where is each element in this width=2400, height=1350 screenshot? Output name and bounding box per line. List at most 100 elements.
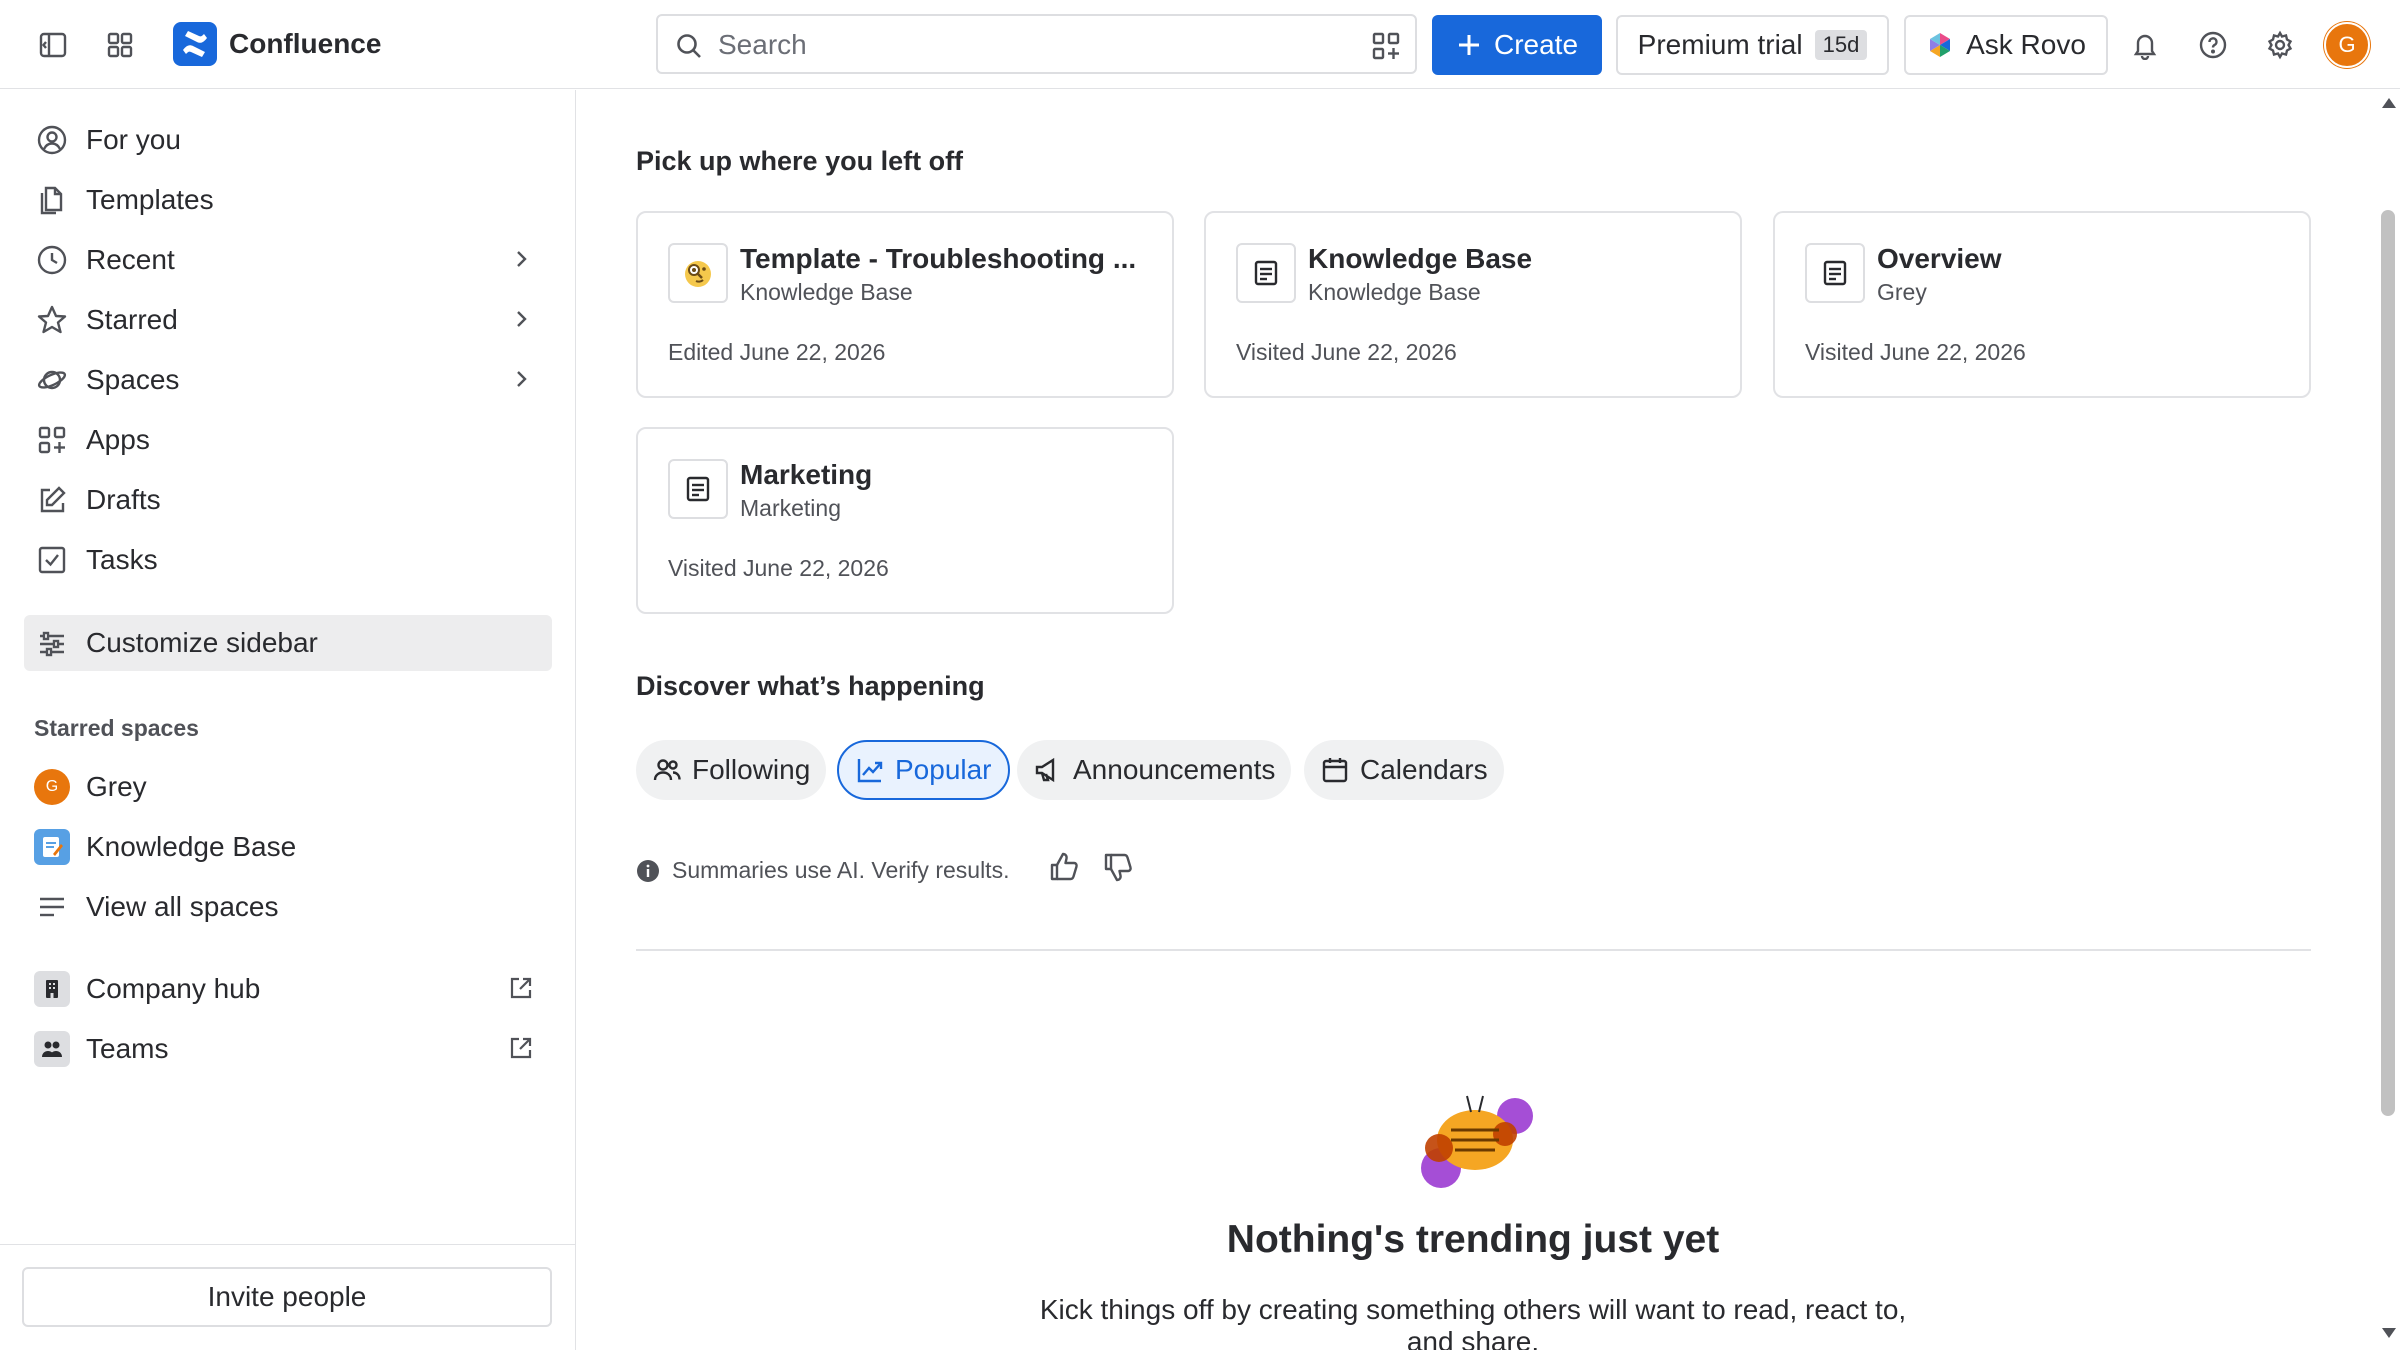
scroll-up-arrow-icon[interactable]	[2381, 96, 2397, 110]
help-icon[interactable]	[2190, 22, 2236, 68]
sidebar-item-label: Tasks	[86, 544, 158, 575]
card-space: Marketing	[740, 495, 841, 521]
recent-card[interactable]: Knowledge Base Knowledge Base Visited Ju…	[1204, 211, 1742, 398]
sidebar: For you Templates Recent Starred Spaces …	[0, 90, 576, 1350]
sidebar-item-tasks[interactable]: Tasks	[24, 532, 552, 588]
notifications-bell-icon[interactable]	[2122, 22, 2168, 68]
company-hub-link[interactable]: Company hub	[24, 961, 552, 1017]
starred-space-grey[interactable]: G Grey	[24, 759, 552, 815]
section-divider	[636, 949, 2311, 951]
view-all-spaces-label: View all spaces	[86, 891, 279, 922]
sidebar-item-for-you[interactable]: For you	[24, 112, 552, 168]
card-title: Overview	[1877, 243, 2002, 274]
card-meta: Visited June 22, 2026	[1236, 339, 1457, 365]
create-label: Create	[1493, 29, 1579, 60]
scroll-down-arrow-icon[interactable]	[2381, 1326, 2397, 1340]
emoji-page-icon	[668, 243, 728, 303]
sidebar-item-starred[interactable]: Starred	[24, 292, 552, 348]
tab-following[interactable]: Following	[636, 740, 827, 800]
empty-state-text: Kick things off by creating something ot…	[1039, 1294, 1907, 1350]
top-navigation-bar: Confluence Search Create Premium trial 1…	[0, 0, 2400, 89]
thumbs-down-icon[interactable]	[1101, 850, 1135, 889]
planet-icon	[34, 362, 70, 398]
sidebar-item-label: Apps	[86, 424, 150, 455]
building-icon	[34, 971, 70, 1007]
confluence-logo-icon[interactable]	[173, 22, 217, 66]
invite-footer: Invite people	[0, 1244, 576, 1350]
sidebar-item-templates[interactable]: Templates	[24, 172, 552, 228]
chevron-right-icon[interactable]	[508, 306, 534, 337]
sidebar-item-apps[interactable]: Apps	[24, 412, 552, 468]
space-avatar: G	[34, 769, 70, 805]
sidebar-item-label: For you	[86, 124, 181, 155]
teams-label: Teams	[86, 1033, 169, 1064]
person-circle-icon	[34, 122, 70, 158]
list-icon	[34, 889, 70, 925]
ask-rovo-button[interactable]: Ask Rovo	[1904, 15, 2108, 75]
card-title: Knowledge Base	[1308, 243, 1533, 274]
customize-sidebar-label: Customize sidebar	[86, 627, 318, 658]
card-space: Knowledge Base	[1308, 279, 1481, 305]
trial-days-badge: 15d	[1814, 30, 1868, 60]
tab-calendars[interactable]: Calendars	[1304, 740, 1504, 800]
chevron-right-icon[interactable]	[508, 246, 534, 277]
external-link-icon	[508, 975, 534, 1006]
search-filter-icon[interactable]	[1371, 31, 1401, 66]
settings-gear-icon[interactable]	[2257, 22, 2303, 68]
recent-card[interactable]: Marketing Marketing Visited June 22, 202…	[636, 427, 1174, 614]
card-meta: Visited June 22, 2026	[668, 555, 889, 581]
tab-label: Popular	[895, 754, 992, 785]
sidebar-toggle-icon[interactable]	[30, 22, 76, 68]
customize-sidebar-button[interactable]: Customize sidebar	[24, 615, 552, 671]
search-input[interactable]: Search	[656, 14, 1417, 74]
recent-card[interactable]: Template - Troubleshooting ... Knowledge…	[636, 211, 1174, 398]
tab-label: Calendars	[1360, 754, 1488, 785]
empty-state-title: Nothing's trending just yet	[1226, 1218, 1720, 1261]
scrollbar-thumb[interactable]	[2381, 210, 2395, 1116]
scrollbar[interactable]	[2377, 90, 2400, 1350]
card-title: Marketing	[740, 459, 873, 490]
sidebar-item-spaces[interactable]: Spaces	[24, 352, 552, 408]
sidebar-item-label: Templates	[86, 184, 214, 215]
thumbs-up-icon[interactable]	[1047, 850, 1081, 889]
checkbox-icon	[34, 542, 70, 578]
create-button[interactable]: Create	[1432, 15, 1602, 75]
invite-people-button[interactable]: Invite people	[22, 1267, 552, 1327]
user-avatar[interactable]: G	[2324, 22, 2370, 68]
edit-icon	[34, 482, 70, 518]
app-name[interactable]: Confluence	[229, 26, 381, 62]
space-label: Grey	[86, 771, 147, 802]
premium-trial-button[interactable]: Premium trial 15d	[1616, 15, 1889, 75]
people-icon	[653, 759, 681, 781]
search-placeholder: Search	[718, 29, 807, 60]
starred-spaces-heading: Starred spaces	[34, 715, 199, 741]
recent-heading: Pick up where you left off	[636, 146, 964, 176]
ai-disclaimer-text: Summaries use AI. Verify results.	[672, 857, 1010, 883]
chevron-right-icon[interactable]	[508, 366, 534, 397]
sidebar-item-recent[interactable]: Recent	[24, 232, 552, 288]
templates-icon	[34, 182, 70, 218]
app-switcher-icon[interactable]	[97, 22, 143, 68]
recent-card[interactable]: Overview Grey Visited June 22, 2026	[1773, 211, 2311, 398]
page-icon	[668, 459, 728, 519]
calendar-icon	[1322, 758, 1348, 783]
page-icon	[1805, 243, 1865, 303]
card-meta: Visited June 22, 2026	[1805, 339, 2026, 365]
tab-announcements[interactable]: Announcements	[1017, 740, 1292, 800]
page-icon	[1236, 243, 1296, 303]
ai-disclaimer: Summaries use AI. Verify results.	[636, 857, 1009, 884]
sidebar-item-label: Spaces	[86, 364, 180, 395]
info-icon	[637, 859, 659, 882]
teams-link[interactable]: Teams	[24, 1021, 552, 1077]
space-label: Knowledge Base	[86, 831, 297, 862]
view-all-spaces-link[interactable]: View all spaces	[24, 879, 552, 935]
rovo-label: Ask Rovo	[1966, 29, 2086, 60]
megaphone-icon	[1035, 757, 1055, 783]
sidebar-item-label: Recent	[86, 244, 175, 275]
starred-space-knowledge-base[interactable]: Knowledge Base	[24, 819, 552, 875]
knowledge-base-space-icon	[34, 829, 70, 865]
sidebar-item-drafts[interactable]: Drafts	[24, 472, 552, 528]
tab-popular[interactable]: Popular	[837, 740, 1010, 800]
empty-state-illustration	[1421, 1095, 1533, 1188]
teams-icon	[34, 1031, 70, 1067]
